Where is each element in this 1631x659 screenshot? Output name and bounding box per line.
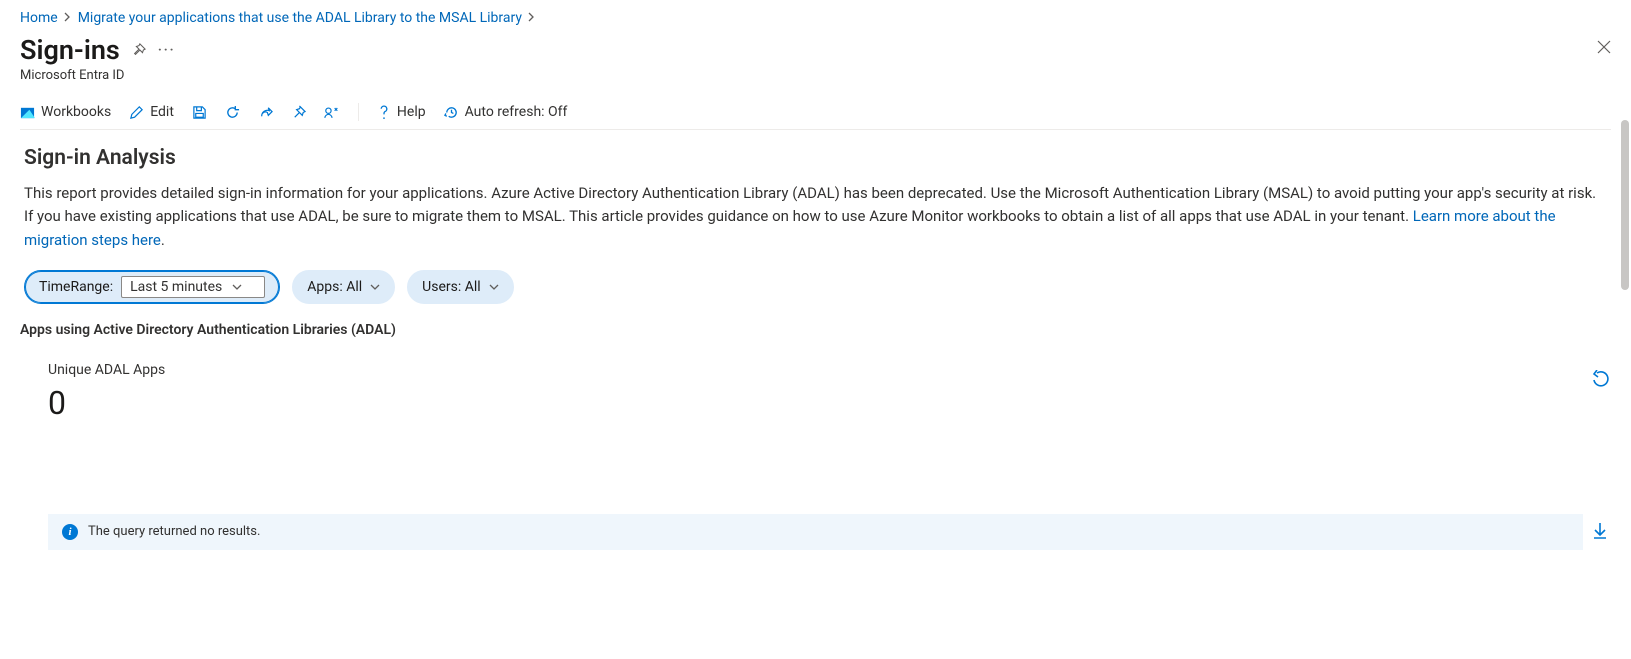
autorefresh-button[interactable]: Auto refresh: Off [444, 104, 568, 120]
users-filter-label: Users: All [422, 279, 481, 295]
share-button[interactable] [258, 105, 273, 120]
autorefresh-label: Auto refresh: Off [465, 104, 568, 120]
apps-filter-label: Apps: All [307, 279, 362, 295]
analysis-heading: Sign-in Analysis [24, 146, 1607, 170]
feedback-icon [324, 105, 340, 120]
separator [358, 103, 359, 121]
chevron-down-icon [370, 279, 380, 295]
command-bar: Workbooks Edit [20, 93, 1611, 130]
refresh-icon [225, 105, 240, 120]
analysis-description: This report provides detailed sign-in in… [24, 182, 1607, 252]
analysis-body: This report provides detailed sign-in in… [24, 184, 1596, 225]
undo-icon[interactable] [1591, 370, 1609, 392]
timerange-filter[interactable]: TimeRange: Last 5 minutes [24, 270, 280, 304]
more-icon[interactable]: ··· [158, 43, 176, 58]
timerange-select[interactable]: Last 5 minutes [121, 276, 265, 298]
edit-button[interactable]: Edit [129, 104, 174, 120]
save-button[interactable] [192, 105, 207, 120]
close-icon[interactable] [1597, 40, 1611, 58]
pin-button[interactable] [291, 105, 306, 120]
breadcrumb-migrate[interactable]: Migrate your applications that use the A… [78, 10, 522, 26]
apps-filter[interactable]: Apps: All [292, 270, 395, 304]
metric-label: Unique ADAL Apps [48, 362, 1611, 378]
info-icon: i [62, 524, 78, 540]
no-results-text: The query returned no results. [88, 524, 260, 539]
pencil-icon [129, 105, 144, 120]
page-title: Sign-ins [20, 34, 120, 66]
workbooks-button[interactable]: Workbooks [20, 104, 111, 120]
chevron-right-icon [528, 11, 536, 25]
no-results-banner: i The query returned no results. [48, 514, 1583, 550]
analysis-period: . [161, 231, 165, 249]
chevron-right-icon [64, 11, 72, 25]
help-icon [377, 105, 391, 120]
help-label: Help [397, 104, 426, 120]
filter-bar: TimeRange: Last 5 minutes Apps: All User… [24, 270, 1607, 304]
chevron-down-icon [489, 279, 499, 295]
share-icon [258, 105, 273, 120]
timerange-label: TimeRange: [39, 279, 113, 295]
metric-value: 0 [48, 384, 1611, 422]
metric-unique-adal-apps: Unique ADAL Apps 0 [48, 362, 1611, 422]
edit-label: Edit [150, 104, 174, 120]
download-icon[interactable] [1592, 522, 1608, 544]
pin-icon[interactable] [132, 43, 146, 57]
results-section-label: Apps using Active Directory Authenticati… [20, 322, 1611, 338]
page-subtitle: Microsoft Entra ID [20, 68, 1611, 83]
timerange-value: Last 5 minutes [130, 279, 222, 295]
chevron-down-icon [232, 279, 242, 295]
history-icon [444, 105, 459, 120]
workbooks-icon [20, 105, 35, 120]
save-icon [192, 105, 207, 120]
pin-icon [291, 105, 306, 120]
workbooks-label: Workbooks [41, 104, 111, 120]
feedback-button[interactable] [324, 105, 340, 120]
help-button[interactable]: Help [377, 104, 426, 120]
refresh-button[interactable] [225, 105, 240, 120]
users-filter[interactable]: Users: All [407, 270, 514, 304]
breadcrumb-home[interactable]: Home [20, 10, 58, 26]
breadcrumb: Home Migrate your applications that use … [20, 10, 1611, 26]
scrollbar[interactable] [1621, 120, 1629, 290]
